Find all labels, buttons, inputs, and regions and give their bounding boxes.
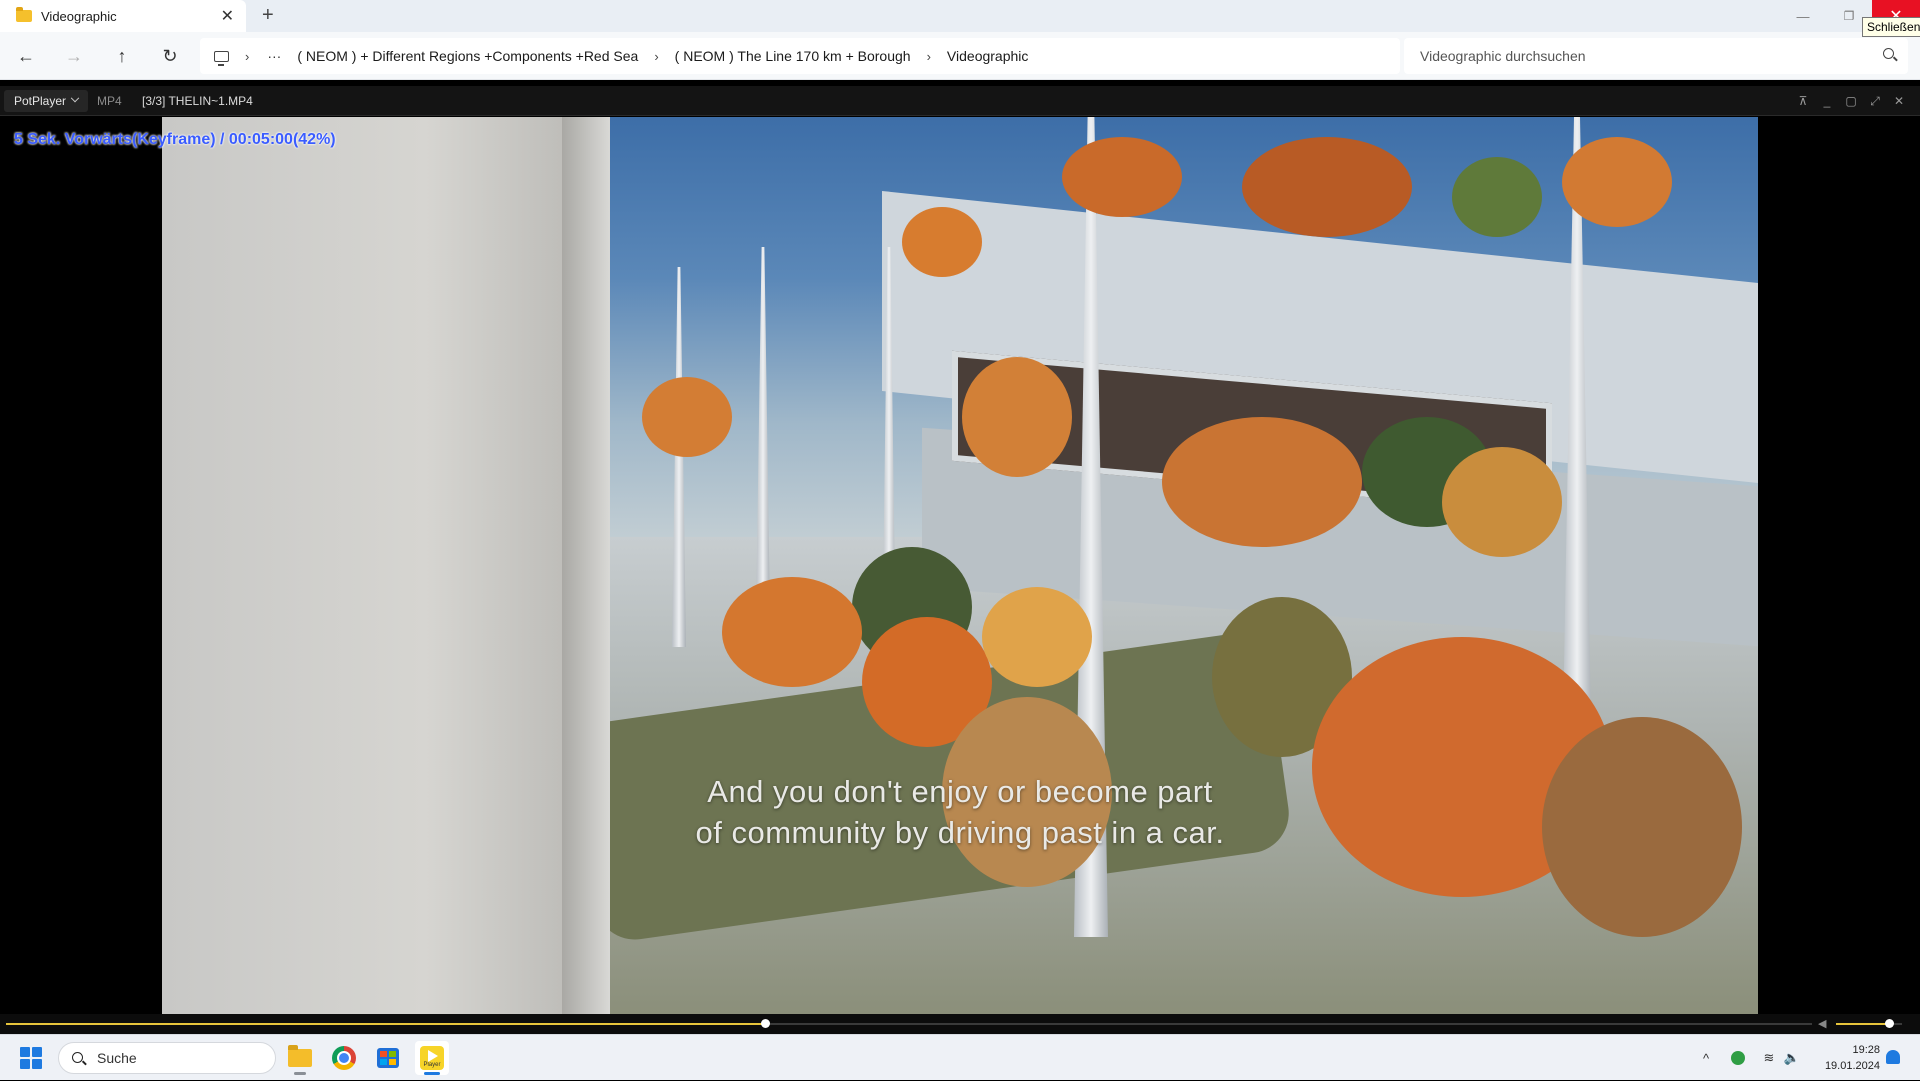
pin-button[interactable]: ⊼: [1794, 92, 1812, 110]
volume-handle[interactable]: [1884, 1019, 1894, 1028]
up-button[interactable]: ↑: [108, 42, 136, 70]
scene-tree: [1062, 137, 1182, 217]
scene-tree: [722, 577, 862, 687]
seek-osd-text: 5 Sek. Vorwärts(Keyframe) / 00:05:00(42%…: [14, 131, 336, 148]
windows-logo-icon: [20, 1059, 30, 1069]
address-bar[interactable]: › ··· ( NEOM ) + Different Regions +Comp…: [200, 38, 1400, 74]
potplayer-menu-button[interactable]: PotPlayer: [4, 90, 89, 112]
tray-overflow-chevron[interactable]: ^: [1696, 1035, 1716, 1081]
explorer-tab[interactable]: Videographic ✕: [0, 0, 246, 32]
player-titlebar: PotPlayer MP4 [3/3] THELIN~1.MP4 ⊼ _ ▢ ⤢…: [0, 86, 1920, 116]
taskbar: Suche Player ^ ≋ 🔈 19:28 19.01.2024: [0, 1034, 1920, 1080]
clock-date: 19.01.2024: [1824, 1060, 1880, 1072]
subtitle: And you don't enjoy or become part of co…: [162, 771, 1758, 853]
explorer-navbar: ← → ↑ ↻ › ··· ( NEOM ) + Different Regio…: [0, 32, 1920, 80]
scene-tree: [642, 377, 732, 457]
system-clock[interactable]: 19:28 19.01.2024: [1806, 1042, 1880, 1074]
scene-spire: [672, 267, 686, 647]
folder-search-input[interactable]: Videographic durchsuchen: [1404, 38, 1908, 74]
shield-icon: [1731, 1051, 1745, 1065]
refresh-button[interactable]: ↻: [156, 42, 184, 70]
taskbar-search[interactable]: Suche: [58, 1042, 276, 1074]
breadcrumb-separator[interactable]: ›: [654, 49, 658, 64]
seek-slider[interactable]: [6, 1019, 1812, 1028]
close-tooltip: Schließen: [1862, 17, 1920, 37]
chevron-down-icon: [70, 93, 80, 103]
speaker-icon[interactable]: 🔈: [1782, 1035, 1802, 1081]
video-area[interactable]: 5 Sek. Vorwärts(Keyframe) / 00:05:00(42%…: [0, 117, 1920, 1014]
scene-tower-edge: [562, 117, 610, 1014]
minimize-button[interactable]: —: [1780, 0, 1826, 32]
search-icon: [1883, 48, 1894, 59]
subtitle-line: of community by driving past in a car.: [695, 815, 1225, 850]
back-button[interactable]: ←: [12, 42, 40, 70]
volume-icon[interactable]: ◀: [1818, 1017, 1830, 1030]
video-file-name: [3/3] THELIN~1.MP4: [142, 94, 253, 108]
windows-logo-icon: [20, 1047, 30, 1057]
scene-tree: [962, 357, 1072, 477]
potplayer-icon: Player: [420, 1046, 444, 1070]
start-button[interactable]: [20, 1047, 42, 1069]
tab-title: Videographic: [41, 8, 117, 24]
breadcrumb-separator[interactable]: ›: [245, 49, 249, 64]
notification-bell-icon[interactable]: [1886, 1050, 1900, 1064]
seek-progress-fill: [6, 1023, 765, 1025]
video-frame[interactable]: And you don't enjoy or become part of co…: [162, 117, 1758, 1014]
tab-close-button[interactable]: ✕: [221, 6, 234, 26]
taskbar-chrome[interactable]: [327, 1041, 361, 1075]
volume-fill: [1836, 1023, 1889, 1025]
folder-icon: [16, 7, 32, 22]
chrome-icon: [332, 1046, 356, 1070]
potplayer-window: PotPlayer MP4 [3/3] THELIN~1.MP4 ⊼ _ ▢ ⤢…: [0, 86, 1920, 1034]
potplayer-icon-label: Player: [423, 1062, 441, 1068]
player-minimize-button[interactable]: _: [1818, 92, 1836, 110]
taskbar-file-explorer[interactable]: [283, 1041, 317, 1075]
seekbar-area: ◀: [0, 1014, 1920, 1034]
search-placeholder: Videographic durchsuchen: [1420, 48, 1586, 64]
video-format: MP4: [97, 94, 122, 108]
scene-tree: [1242, 137, 1412, 237]
volume-slider[interactable]: [1836, 1019, 1902, 1028]
windows-logo-icon: [32, 1047, 42, 1057]
folder-icon: [288, 1045, 312, 1067]
clock-time: 19:28: [1852, 1044, 1880, 1056]
security-shield-icon[interactable]: [1728, 1035, 1748, 1081]
search-icon: [72, 1052, 83, 1063]
breadcrumb-item-current[interactable]: Videographic: [947, 48, 1028, 64]
running-indicator: [294, 1072, 306, 1075]
running-indicator: [424, 1072, 440, 1075]
windows-logo-icon: [32, 1059, 42, 1069]
subtitle-line: And you don't enjoy or become part: [707, 774, 1213, 809]
taskbar-search-label: Suche: [97, 1050, 137, 1066]
player-maximize-button[interactable]: ▢: [1842, 92, 1860, 110]
scene-spire: [756, 247, 770, 617]
player-menu-label: PotPlayer: [14, 94, 67, 108]
scene-tower: [162, 117, 602, 1014]
wifi-icon[interactable]: ≋: [1760, 1035, 1778, 1081]
taskbar-potplayer[interactable]: Player: [415, 1041, 449, 1075]
store-icon: [377, 1048, 399, 1068]
scene-tree: [982, 587, 1092, 687]
taskbar-store[interactable]: [371, 1041, 405, 1075]
scene-tree: [1162, 417, 1362, 547]
player-fullscreen-button[interactable]: ⤢: [1866, 92, 1884, 110]
scene-tree: [1562, 137, 1672, 227]
seek-handle[interactable]: [760, 1019, 770, 1028]
breadcrumb-item[interactable]: ( NEOM ) The Line 170 km + Borough: [675, 48, 911, 64]
player-close-button[interactable]: ✕: [1890, 92, 1908, 110]
scene-tree: [1452, 157, 1542, 237]
computer-icon[interactable]: [214, 50, 229, 66]
breadcrumb-separator[interactable]: ›: [927, 49, 931, 64]
scene-tree: [1442, 447, 1562, 557]
breadcrumb-item[interactable]: ( NEOM ) + Different Regions +Components…: [297, 48, 638, 64]
scene-tree: [902, 207, 982, 277]
new-tab-button[interactable]: +: [262, 4, 274, 27]
breadcrumb-overflow-button[interactable]: ···: [267, 48, 281, 64]
explorer-tabstrip: Videographic ✕ + — ❐ ✕: [0, 0, 1920, 32]
forward-button[interactable]: →: [60, 42, 88, 70]
